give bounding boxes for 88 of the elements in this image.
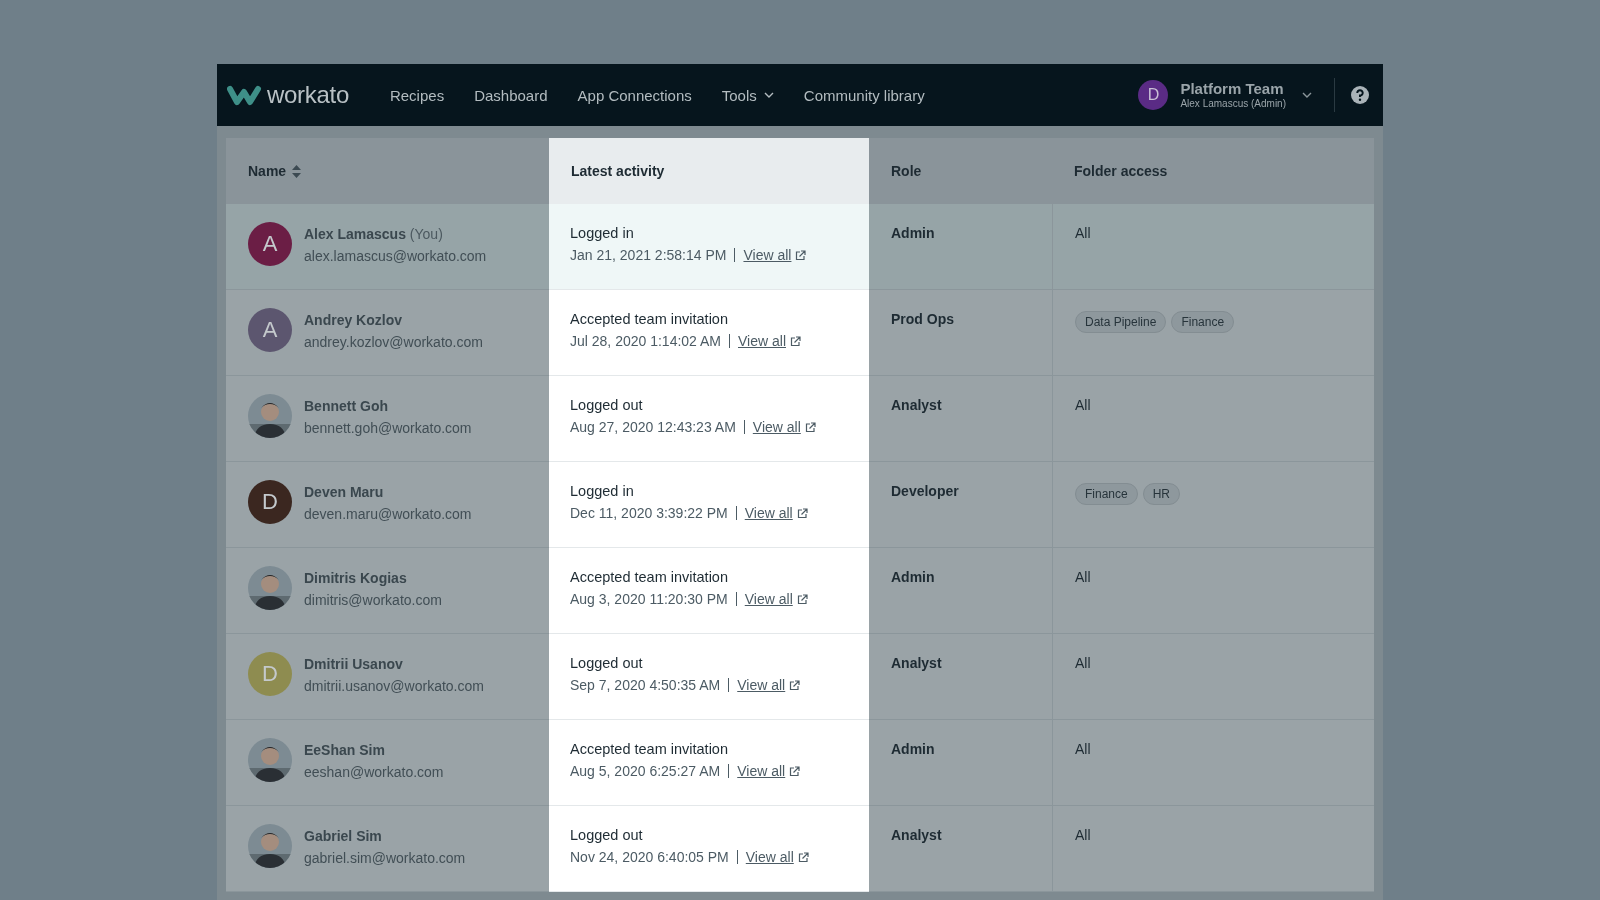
folder-access-text: All bbox=[1075, 827, 1091, 843]
avatar: A bbox=[248, 222, 292, 266]
column-header[interactable]: Name bbox=[226, 138, 549, 204]
activity-text: Logged in bbox=[570, 483, 635, 499]
external-link-icon bbox=[796, 507, 808, 519]
user-name: EeShan Sim bbox=[304, 742, 386, 758]
view-all-link[interactable]: View all bbox=[745, 849, 809, 865]
activity-time: Sep 7, 2020 4:50:35 AM bbox=[570, 677, 721, 693]
user-name: Dmitrii Usanov bbox=[304, 656, 404, 672]
folder-access-text: All bbox=[1075, 397, 1091, 413]
user-email: deven.maru@workato.com bbox=[304, 506, 472, 522]
activity-time: Dec 11, 2020 3:39:22 PM bbox=[570, 505, 728, 521]
external-link-icon bbox=[789, 765, 801, 777]
activity-time: Aug 3, 2020 11:20:30 PM bbox=[570, 591, 728, 607]
activity-time: Jul 28, 2020 1:14:02 AM bbox=[570, 333, 721, 349]
folder-tag: Data Pipeline bbox=[1075, 311, 1167, 333]
external-link-icon bbox=[797, 851, 809, 863]
user-email: dmitrii.usanov@workato.com bbox=[304, 678, 484, 694]
activity-time: Nov 24, 2020 6:40:05 PM bbox=[570, 849, 729, 865]
activity-text: Logged out bbox=[570, 397, 644, 413]
column-header: Latest activity bbox=[549, 138, 869, 204]
role-text: Analyst bbox=[891, 827, 942, 843]
folder-tag: HR bbox=[1142, 483, 1181, 505]
user-name: Gabriel Sim bbox=[304, 828, 383, 844]
avatar: D bbox=[248, 480, 292, 524]
sort-icon bbox=[292, 164, 302, 178]
view-all-link[interactable]: View all bbox=[738, 333, 801, 349]
activity-text: Logged out bbox=[570, 655, 644, 671]
role-text: Admin bbox=[891, 225, 935, 241]
user-name: Deven Maru bbox=[304, 484, 385, 500]
column-header: Folder access bbox=[1052, 138, 1374, 204]
external-link-icon bbox=[789, 679, 801, 691]
activity-text: Logged out bbox=[570, 827, 644, 843]
external-link-icon bbox=[796, 593, 808, 605]
external-link-icon bbox=[795, 249, 807, 261]
role-text: Analyst bbox=[891, 397, 942, 413]
avatar: A bbox=[248, 308, 292, 352]
user-email: bennett.goh@workato.com bbox=[304, 420, 472, 436]
role-text: Admin bbox=[891, 741, 935, 757]
user-email: gabriel.sim@workato.com bbox=[304, 850, 466, 866]
user-name: Alex Lamascus (Admin) bbox=[1180, 96, 1286, 111]
folder-access-text: All bbox=[1075, 569, 1091, 585]
folder-access-text: All bbox=[1075, 225, 1091, 241]
user-email: eeshan@workato.com bbox=[304, 764, 444, 780]
folder-tag: Finance bbox=[1171, 311, 1235, 333]
logo-icon bbox=[227, 84, 263, 106]
nav-link[interactable]: Community library bbox=[788, 86, 940, 104]
nav-link[interactable]: App Connections bbox=[562, 86, 707, 104]
role-text: Analyst bbox=[891, 655, 942, 671]
user-email: dimitris@workato.com bbox=[304, 592, 442, 608]
chevron-down-icon[interactable] bbox=[1302, 92, 1312, 98]
folder-access-text: All bbox=[1075, 655, 1091, 671]
nav-link[interactable]: Tools bbox=[706, 86, 789, 104]
folder-access-text: All bbox=[1075, 741, 1091, 757]
view-all-link[interactable]: View all bbox=[744, 591, 808, 607]
chevron-down-icon bbox=[763, 92, 774, 98]
view-all-link[interactable]: View all bbox=[744, 505, 808, 521]
role-text: Admin bbox=[891, 569, 935, 585]
view-all-link[interactable]: View all bbox=[737, 677, 801, 693]
user-email: alex.lamascus@workato.com bbox=[304, 248, 487, 264]
activity-time: Aug 27, 2020 12:43:23 AM bbox=[570, 419, 736, 435]
user-name: Andrey Kozlov bbox=[304, 312, 403, 328]
activity-text: Accepted team invitation bbox=[570, 569, 729, 585]
role-text: Developer bbox=[891, 483, 959, 499]
nav-link[interactable]: Dashboard bbox=[459, 86, 563, 104]
view-all-link[interactable]: View all bbox=[752, 419, 816, 435]
user-name: Alex Lamascus (You) bbox=[304, 226, 444, 242]
activity-text: Accepted team invitation bbox=[570, 741, 729, 757]
nav-link[interactable]: Recipes bbox=[374, 86, 460, 104]
folder-tag: Finance bbox=[1075, 483, 1138, 505]
role-text: Prod Ops bbox=[891, 311, 954, 327]
user-email: andrey.kozlov@workato.com bbox=[304, 334, 483, 350]
account-avatar[interactable]: D bbox=[1138, 80, 1169, 110]
activity-time: Aug 5, 2020 6:25:27 AM bbox=[570, 763, 721, 779]
activity-text: Accepted team invitation bbox=[570, 311, 729, 327]
external-link-icon bbox=[790, 335, 801, 347]
team-name: Platform Team bbox=[1180, 79, 1285, 97]
avatar: D bbox=[248, 652, 292, 696]
user-name: Dimitris Kogias bbox=[304, 570, 408, 586]
view-all-link[interactable]: View all bbox=[743, 247, 807, 263]
activity-text: Logged in bbox=[570, 225, 635, 241]
column-header: Role bbox=[869, 138, 1052, 204]
logo-text[interactable]: workato bbox=[267, 81, 349, 109]
view-all-link[interactable]: View all bbox=[737, 763, 801, 779]
help-icon[interactable] bbox=[1351, 86, 1369, 104]
user-name: Bennett Goh bbox=[304, 398, 389, 414]
activity-time: Jan 21, 2021 2:58:14 PM bbox=[570, 247, 727, 263]
external-link-icon bbox=[804, 421, 816, 433]
